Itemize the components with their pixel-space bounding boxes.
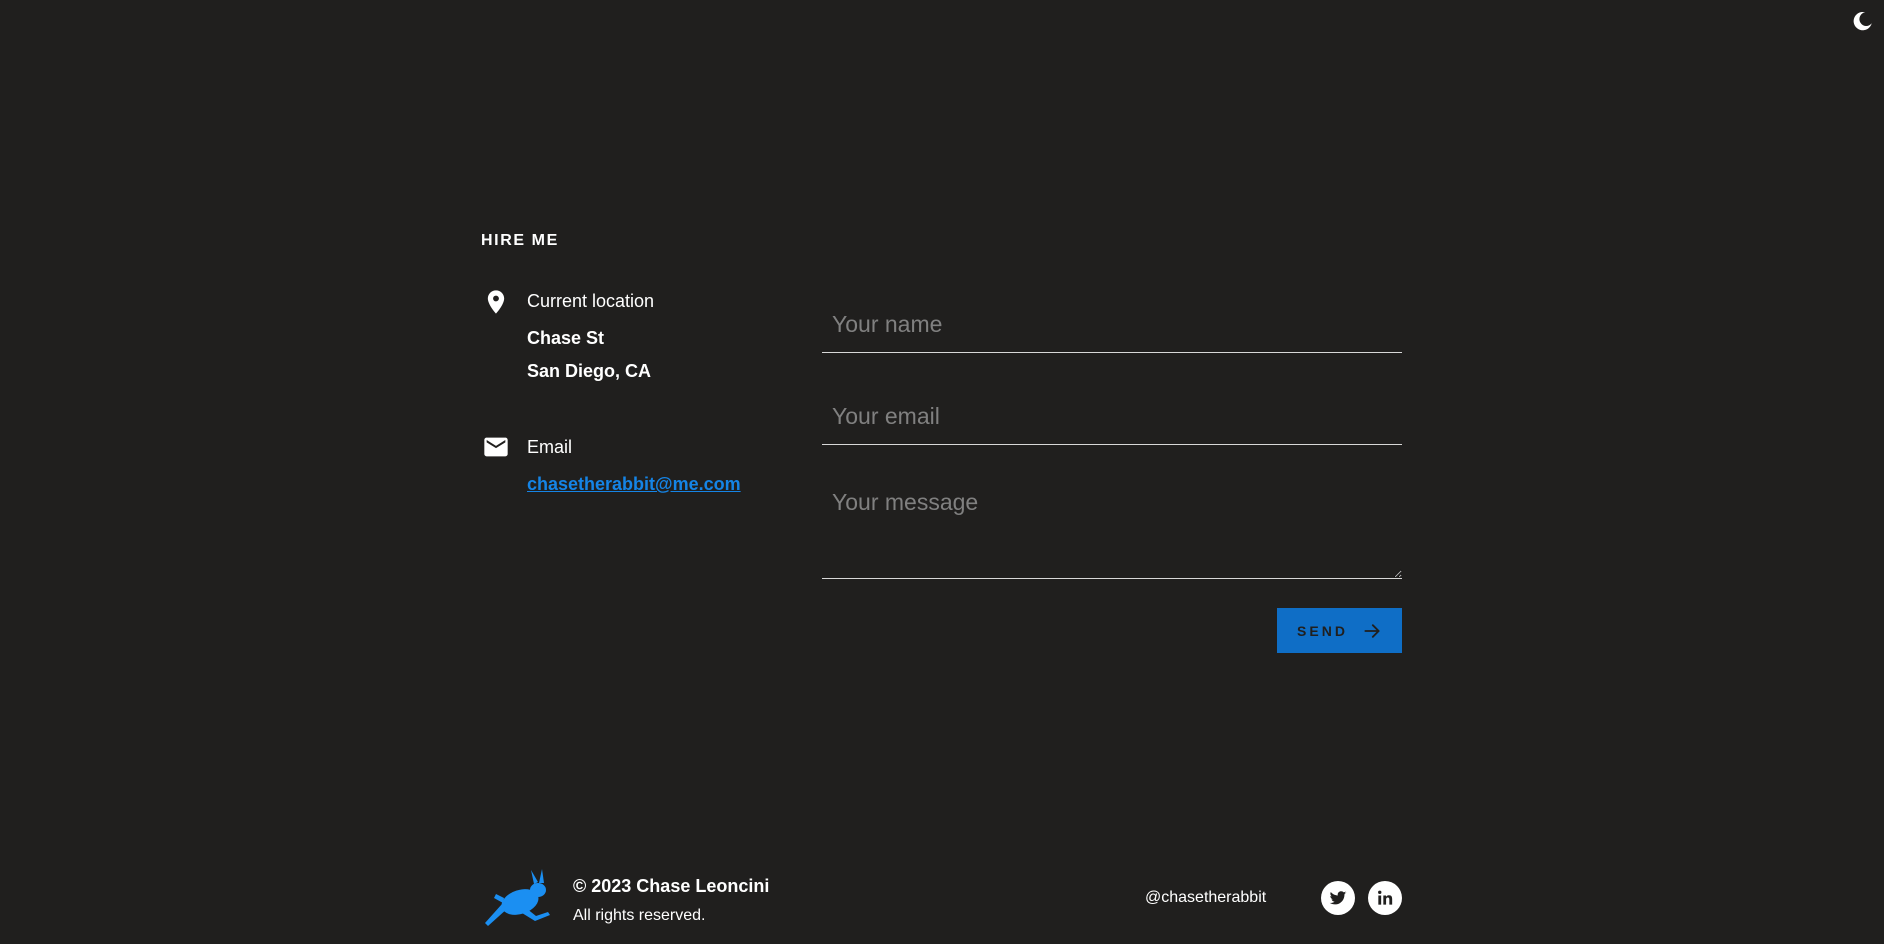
address-line-1: Chase St — [527, 328, 605, 348]
social-handle: @chasetherabbit — [1145, 889, 1267, 906]
rights-text: All rights reserved. — [573, 907, 706, 924]
address-line-2: San Diego, CA — [527, 361, 652, 381]
send-button[interactable]: SEND — [1277, 608, 1402, 653]
rabbit-logo — [485, 869, 550, 926]
email-input[interactable] — [822, 388, 1402, 445]
email-link[interactable]: chasetherabbit@me.com — [527, 474, 741, 495]
location-label: Current location — [527, 291, 655, 311]
envelope-icon — [484, 437, 508, 457]
email-label: Email — [527, 437, 573, 457]
linkedin-icon — [1378, 890, 1393, 905]
copyright-text: © 2023 Chase Leoncini — [573, 876, 770, 896]
contact-page: HIRE ME Current location Chase St San Di… — [0, 0, 1884, 944]
moon-icon — [1853, 11, 1872, 31]
twitter-icon — [1329, 891, 1347, 905]
twitter-link[interactable] — [1321, 881, 1355, 915]
section-title: HIRE ME — [481, 232, 559, 249]
arrow-right-icon — [1364, 623, 1380, 638]
linkedin-link[interactable] — [1368, 881, 1402, 915]
map-pin-icon — [487, 290, 505, 314]
theme-toggle-button[interactable] — [1852, 10, 1874, 32]
name-input[interactable] — [822, 296, 1402, 353]
send-button-label: SEND — [1297, 622, 1348, 639]
message-textarea[interactable] — [822, 485, 1402, 579]
